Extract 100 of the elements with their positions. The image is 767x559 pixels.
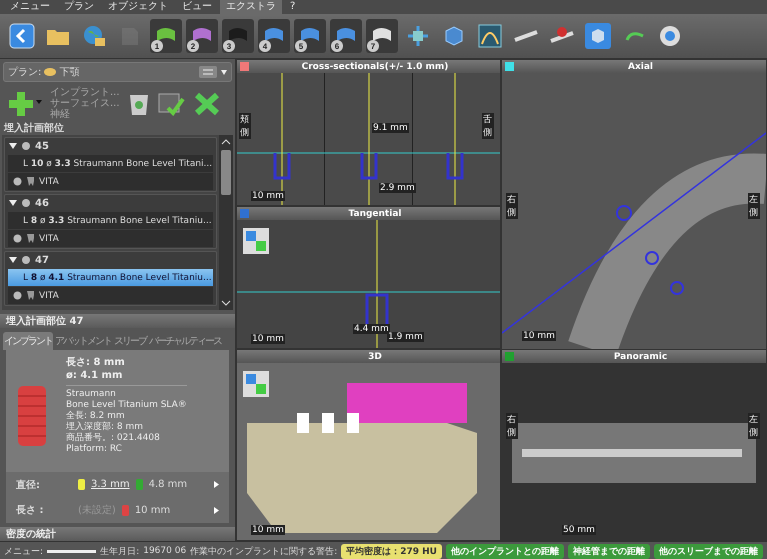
step-number: 3: [223, 40, 235, 52]
scroll-down-icon[interactable]: [221, 298, 231, 308]
view-label: 4.4 mm: [353, 324, 390, 334]
close-icon[interactable]: [194, 92, 220, 116]
tooth-icon: [27, 291, 34, 300]
site-number: 47: [35, 254, 49, 266]
next-arrow-icon[interactable]: [214, 481, 219, 488]
birth-date: 19670 06: [143, 546, 186, 556]
scroll-up-icon[interactable]: [221, 137, 231, 147]
view-header: Axial: [502, 60, 766, 73]
implant-detail: 商品番号。: 021.4408: [66, 433, 161, 444]
visibility-icon[interactable]: [21, 255, 31, 265]
implant-detail: Platform: RC: [66, 444, 123, 455]
site-number: 46: [35, 198, 49, 208]
site-item[interactable]: VITA: [8, 287, 213, 304]
step-number: 1: [151, 40, 163, 52]
diameter-value[interactable]: 3.3 mm: [91, 479, 130, 490]
status-label: メニュー:: [4, 546, 44, 558]
site-item[interactable]: L 10 ø 3.3 Straumann Bone Level Titani...: [8, 155, 213, 172]
diameter-next[interactable]: 4.8 mm: [148, 479, 188, 490]
plan-name: 下顎: [59, 66, 80, 79]
implant-spec: 長さ: 8 mm: [66, 356, 126, 369]
view-header: Cross-sectionals(+/- 1.0 mm): [237, 60, 500, 73]
toolbar-button[interactable]: 4: [258, 19, 290, 53]
step-number: 2: [187, 40, 199, 52]
section-heading: 埋入計画部位: [4, 122, 64, 135]
menu-item[interactable]: ?: [284, 0, 302, 14]
menu-item[interactable]: ビュー: [176, 0, 218, 14]
step-number: 6: [331, 40, 343, 52]
document-icon: [119, 25, 141, 47]
panel-header[interactable]: 埋入計画部位 47: [0, 314, 235, 328]
checklist-icon[interactable]: [158, 92, 186, 116]
view-label: 右側: [506, 193, 518, 219]
tooth-icon: [27, 177, 34, 186]
status-label: 生年月日:: [100, 546, 140, 558]
implant-chip-icon: [78, 479, 85, 490]
menu-item[interactable]: メニュー: [4, 0, 56, 14]
tab[interactable]: インプラント: [3, 332, 53, 350]
step-number: 4: [259, 40, 271, 52]
toolbar-button[interactable]: 3: [222, 19, 254, 53]
view-header: Panoramic: [502, 350, 766, 363]
step-number: 5: [295, 40, 307, 52]
panel-header[interactable]: 密度の統計: [0, 527, 235, 541]
menu-item[interactable]: エクストラ: [220, 0, 282, 14]
toolbar-button[interactable]: 2: [186, 19, 218, 53]
orientation-cube-icon: [243, 371, 269, 397]
visibility-icon[interactable]: [21, 198, 31, 208]
site-item[interactable]: L 8 ø 4.1 Straumann Bone Level Titaniu...: [8, 269, 213, 286]
progress-bar: [47, 550, 96, 552]
view-label: 10 mm: [251, 334, 285, 344]
globe-icon: [82, 24, 106, 48]
panoramic-curve-icon: [478, 24, 502, 48]
menu-item[interactable]: プラン: [58, 0, 100, 14]
warning-badge: 他のスリーブまでの距離: [654, 544, 763, 558]
expander-icon[interactable]: [9, 256, 17, 264]
implant-chip-icon: [122, 504, 129, 516]
warning-badge: 他のインプラントとの距離: [446, 544, 564, 558]
plan-label: プラン:: [8, 66, 42, 79]
cube-icon: [584, 22, 612, 50]
step-number: 7: [367, 40, 379, 52]
toolbar-button[interactable]: 7: [366, 19, 398, 53]
visibility-icon[interactable]: [13, 234, 22, 243]
visibility-icon[interactable]: [13, 291, 22, 300]
view-label: 左側: [748, 193, 760, 219]
view-label: 9.1 mm: [372, 123, 409, 133]
menu-icon[interactable]: [199, 66, 227, 78]
length-next[interactable]: 10 mm: [134, 504, 170, 516]
view-header: Tangential: [237, 207, 500, 220]
toolbar-button[interactable]: 5: [294, 19, 326, 53]
scrollbar-thumb[interactable]: [221, 150, 231, 195]
next-arrow-icon[interactable]: [214, 506, 219, 514]
view-label: 2.9 mm: [379, 183, 416, 193]
view-label: 舌側: [482, 113, 494, 139]
site-item[interactable]: L 8 ø 3.3 Straumann Bone Level Titaniu...: [8, 212, 213, 229]
site-item[interactable]: VITA: [8, 230, 213, 247]
back-icon: [9, 23, 35, 49]
view-header: 3D: [237, 350, 500, 363]
visibility-icon[interactable]: [21, 141, 31, 151]
expander-icon[interactable]: [9, 199, 17, 207]
view-label: 1.9 mm: [387, 332, 424, 342]
tooth-icon: [27, 234, 34, 243]
menu-item[interactable]: オブジェクト: [102, 0, 174, 14]
warning-badge: 神経管までの距離: [568, 544, 650, 558]
site-number: 45: [35, 140, 49, 152]
view-label: 左側: [748, 413, 760, 439]
warning-badge: 平均密度は：279 HU: [341, 544, 442, 558]
site-item[interactable]: VITA: [8, 173, 213, 190]
implant-detail: Bone Level Titanium SLA®: [66, 400, 187, 410]
view-label: 50 mm: [562, 525, 596, 535]
implant-chip-icon: [136, 479, 143, 490]
length-label: 長さ :: [16, 504, 44, 518]
add-icon[interactable]: [8, 90, 42, 118]
move-icon: [406, 24, 430, 48]
view-label: 頬側: [239, 113, 251, 139]
visibility-icon[interactable]: [13, 177, 22, 186]
status-label: 作業中のインプラントに関する警告:: [190, 545, 338, 558]
expander-icon[interactable]: [9, 142, 17, 150]
view-label: 右側: [506, 413, 518, 439]
toolbar-button[interactable]: 6: [330, 19, 362, 53]
toolbar-button[interactable]: 1: [150, 19, 182, 53]
